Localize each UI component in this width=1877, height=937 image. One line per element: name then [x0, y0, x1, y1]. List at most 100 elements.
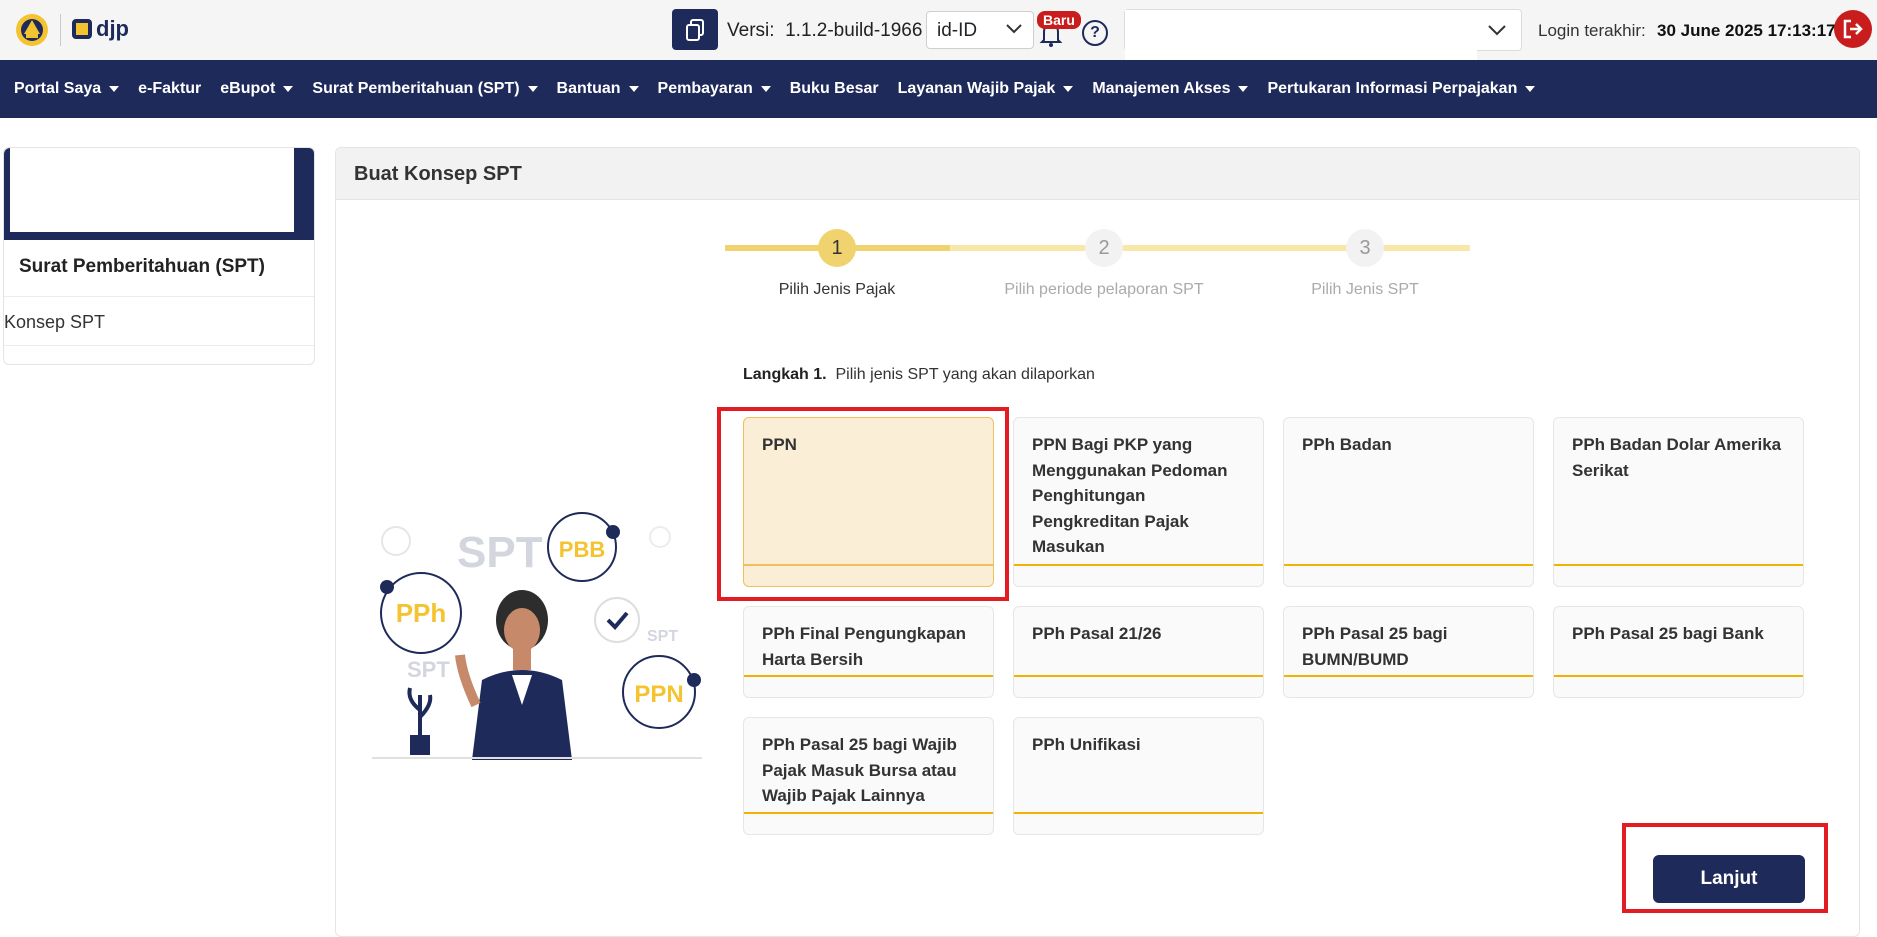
nav-item-label: e-Faktur: [138, 80, 202, 97]
option-underline: [1554, 564, 1803, 566]
nav-item-layanan-wajib-pajak[interactable]: Layanan Wajib Pajak: [898, 80, 1074, 98]
caret-down-icon: [1063, 86, 1074, 92]
nav-item-manajemen-akses[interactable]: Manajemen Akses: [1092, 80, 1249, 98]
nav-item-pembayaran[interactable]: Pembayaran: [658, 80, 771, 98]
nav-item-ebupot[interactable]: eBupot: [220, 80, 294, 98]
caret-down-icon: [527, 86, 538, 92]
nav-item-label: Surat Pemberitahuan (SPT): [312, 80, 520, 97]
option-label: PPh Pasal 25 bagi Wajib Pajak Masuk Burs…: [762, 735, 957, 805]
version-text: Versi: 1.1.2-build-1966: [727, 20, 922, 42]
sidebar: Surat Pemberitahuan (SPT) Konsep SPT: [3, 147, 315, 365]
nav-item-label: Manajemen Akses: [1092, 80, 1231, 97]
illus-pbb: PBB: [559, 537, 605, 562]
step-2-label: Pilih periode pelaporan SPT: [1004, 281, 1204, 298]
sidebar-title: Surat Pemberitahuan (SPT): [19, 256, 265, 277]
sidebar-header: [4, 148, 314, 240]
version-value: 1.1.2-build-1966: [785, 20, 923, 41]
chevron-down-icon: [1488, 25, 1506, 36]
top-bar: djp Versi: 1.1.2-build-1966 id-ID Baru ?…: [0, 0, 1877, 62]
step-2-circle: 2: [1085, 229, 1123, 267]
option-card-ppn-pkp-pedoman[interactable]: PPN Bagi PKP yang Menggunakan Pedoman Pe…: [1013, 417, 1264, 587]
logo-separator: [60, 14, 61, 46]
logout-icon: [1843, 19, 1863, 39]
spt-illustration-icon: SPT PBB PPh SPT SPT PPN: [372, 512, 702, 760]
logout-button[interactable]: [1834, 10, 1872, 48]
option-label: PPh Unifikasi: [1032, 735, 1141, 754]
nav-item-bantuan[interactable]: Bantuan: [557, 80, 639, 98]
profile-select[interactable]: [1124, 9, 1522, 62]
illus-ppn: PPN: [634, 681, 683, 708]
caret-down-icon: [109, 86, 120, 92]
step-1-label: Pilih Jenis Pajak: [778, 281, 896, 298]
option-underline: [744, 675, 993, 677]
djp-logo-icon: [72, 19, 92, 39]
caret-down-icon: [628, 86, 639, 92]
last-login-label: Login terakhir:: [1538, 21, 1646, 40]
caret-down-icon: [1525, 86, 1536, 92]
nav-item-label: Pembayaran: [657, 80, 753, 97]
nav-item-label: Layanan Wajib Pajak: [897, 80, 1056, 97]
option-label: PPh Pasal 21/26: [1032, 624, 1162, 643]
language-select[interactable]: id-ID: [926, 11, 1034, 49]
option-label: PPh Pasal 25 bagi BUMN/BUMD: [1302, 624, 1448, 669]
caret-down-icon: [283, 86, 294, 92]
option-underline: [1014, 564, 1263, 566]
option-card-pph-25-bursa[interactable]: PPh Pasal 25 bagi Wajib Pajak Masuk Burs…: [743, 717, 994, 835]
illus-spt-big: SPT: [457, 528, 543, 577]
highlight-box-ppn: [717, 407, 1009, 601]
option-underline: [744, 812, 993, 814]
option-label: PPh Pasal 25 bagi Bank: [1572, 624, 1764, 643]
help-icon[interactable]: ?: [1082, 20, 1108, 46]
option-card-pph-unifikasi[interactable]: PPh Unifikasi: [1013, 717, 1264, 835]
illus-pph: PPh: [396, 598, 447, 628]
option-label: PPh Badan Dolar Amerika Serikat: [1572, 435, 1782, 480]
option-underline: [1284, 675, 1533, 677]
stepper-line-pending: [950, 245, 1470, 251]
step-3-circle: 3: [1346, 229, 1384, 267]
nav-item-label: Buku Besar: [789, 80, 879, 97]
copy-icon: [686, 18, 704, 41]
nav-item-portal-saya[interactable]: Portal Saya: [14, 80, 120, 98]
profile-select-value: [1125, 10, 1477, 62]
step-2-number: 2: [1098, 236, 1110, 259]
nav-item-buku-besar[interactable]: Buku Besar: [790, 80, 879, 98]
lanjut-button[interactable]: Lanjut: [1653, 855, 1805, 903]
step-1-number: 1: [831, 236, 843, 259]
nav-item-label: eBupot: [220, 80, 276, 97]
nav-item-label: Portal Saya: [14, 80, 102, 97]
option-card-pph-25-bank[interactable]: PPh Pasal 25 bagi Bank: [1553, 606, 1804, 698]
option-card-pph-badan-dolar[interactable]: PPh Badan Dolar Amerika Serikat: [1553, 417, 1804, 587]
option-card-pph-21-26[interactable]: PPh Pasal 21/26: [1013, 606, 1264, 698]
instruction-step: Langkah 1.: [743, 366, 827, 383]
nav-item-label: Pertukaran Informasi Perpajakan: [1267, 80, 1518, 97]
panel-header: Buat Konsep SPT: [336, 148, 1859, 200]
nav-item-pertukaran-informasi-perpajakan[interactable]: Pertukaran Informasi Perpajakan: [1267, 80, 1536, 98]
caret-down-icon: [760, 86, 771, 92]
option-card-pph-final-harta[interactable]: PPh Final Pengungkapan Harta Bersih: [743, 606, 994, 698]
main-navbar: Portal Saya e-Faktur eBupot Surat Pemberita…: [0, 60, 1877, 118]
option-underline: [1014, 675, 1263, 677]
caret-down-icon: [1238, 86, 1249, 92]
version-label: Versi:: [727, 20, 775, 41]
option-label: PPN Bagi PKP yang Menggunakan Pedoman Pe…: [1032, 435, 1228, 556]
option-label: PPh Badan: [1302, 435, 1392, 454]
copy-button[interactable]: [672, 9, 718, 50]
step-3-label: Pilih Jenis SPT: [1311, 281, 1419, 298]
step-1-circle: 1: [818, 229, 856, 267]
language-value: id-ID: [937, 20, 978, 41]
option-card-pph-25-bumn[interactable]: PPh Pasal 25 bagi BUMN/BUMD: [1283, 606, 1534, 698]
last-login-date: 30 June 2025 17:13:17: [1657, 21, 1836, 40]
djp-logo: djp: [72, 16, 129, 42]
option-underline: [1014, 812, 1263, 814]
sidebar-item-konsep-spt[interactable]: Konsep SPT: [4, 312, 105, 333]
nav-item-surat-pemberitahuan-spt[interactable]: Surat Pemberitahuan (SPT): [312, 80, 538, 98]
instruction-text: Pilih jenis SPT yang akan dilaporkan: [835, 366, 1095, 383]
djp-logo-text: djp: [96, 16, 129, 41]
new-badge: Baru: [1037, 11, 1081, 29]
illus-spt-small: SPT: [407, 657, 450, 682]
divider: [4, 345, 314, 346]
nav-item-e-faktur[interactable]: e-Faktur: [138, 80, 201, 98]
sidebar-profile-card: [10, 148, 294, 232]
option-card-pph-badan[interactable]: PPh Badan: [1283, 417, 1534, 587]
option-underline: [1554, 675, 1803, 677]
